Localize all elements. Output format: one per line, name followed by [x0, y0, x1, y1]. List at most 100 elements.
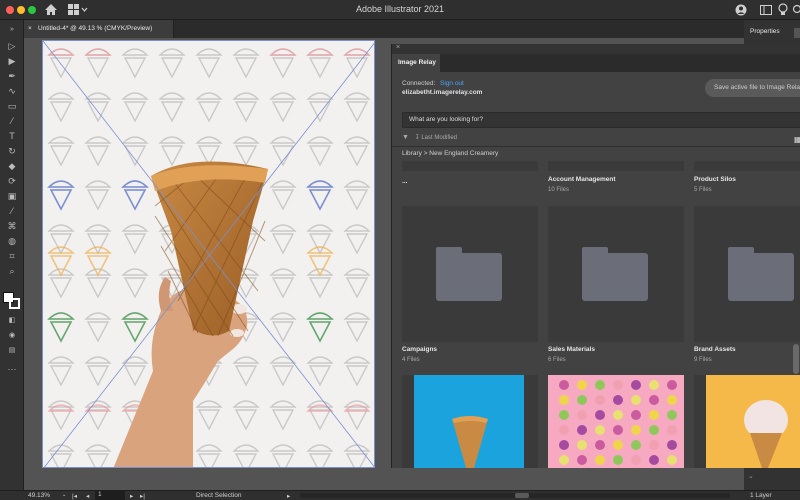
macaron-dot	[577, 410, 587, 420]
draw-mode-icon[interactable]: ◉	[4, 330, 20, 342]
macaron-dot	[559, 380, 569, 390]
artboard[interactable]	[42, 40, 375, 468]
paintbrush-tool-icon[interactable]: ⁄	[4, 115, 20, 127]
rectangle-tool-icon[interactable]: ▭	[4, 100, 20, 112]
direct-selection-tool-icon[interactable]: ▶	[4, 55, 20, 67]
document-tab-bar: × Untitled-4* @ 49.13 % (CMYK/Preview)	[24, 20, 800, 38]
item-title: ...	[402, 178, 408, 185]
lightbulb-icon[interactable]	[778, 3, 788, 17]
document-tab[interactable]: × Untitled-4* @ 49.13 % (CMYK/Preview)	[24, 20, 174, 38]
color-mode-icon[interactable]: ◧	[4, 315, 20, 327]
list-item[interactable]	[402, 161, 538, 171]
search-input[interactable]: What are you looking for?	[402, 112, 800, 128]
status-arrow-icon[interactable]: ▸	[287, 492, 290, 500]
macaron-dot	[613, 455, 623, 465]
macaron-dot	[559, 440, 569, 450]
tab-image-relay[interactable]: Image Relay	[392, 54, 440, 72]
list-item[interactable]	[694, 161, 800, 171]
macaron-dot	[631, 425, 641, 435]
macaron-dot	[595, 455, 605, 465]
macaron-dot	[649, 395, 659, 405]
macaron-dot	[577, 455, 587, 465]
asset-thumbnail-macarons[interactable]	[548, 375, 684, 468]
macaron-dot	[667, 455, 677, 465]
toolbar-collapse-icon[interactable]: »	[4, 24, 20, 36]
item-meta: 10 Files	[548, 187, 570, 193]
curvature-tool-icon[interactable]: ∿	[4, 85, 20, 97]
image-relay-panel: × Image Relay Connected: Sign out elizab…	[391, 44, 800, 468]
macaron-dot	[631, 395, 641, 405]
user-account-icon[interactable]	[735, 4, 747, 16]
tab-properties[interactable]: Properties	[750, 28, 780, 35]
macaron-dot	[667, 425, 677, 435]
zoom-dropdown-icon[interactable]: ⌄	[62, 492, 66, 498]
current-tool-label[interactable]: Direct Selection	[196, 492, 242, 499]
item-meta: 5 Files	[694, 187, 712, 193]
macaron-dot	[631, 380, 641, 390]
tab-layers[interactable]	[794, 28, 800, 38]
artboard-tool-icon[interactable]: ⌗	[4, 250, 20, 262]
thumbnail-image	[694, 375, 800, 468]
macaron-dot	[595, 395, 605, 405]
first-artboard-icon[interactable]: |◂	[72, 492, 77, 500]
pen-tool-icon[interactable]: ✒	[4, 70, 20, 82]
horizontal-scrollbar[interactable]	[300, 493, 730, 498]
shape-builder-tool-icon[interactable]: ◍	[4, 235, 20, 247]
close-panel-icon[interactable]: ×	[396, 44, 400, 51]
folder-title: Campaigns	[402, 346, 438, 353]
sort-row[interactable]: ▼ ↧ Last Modified	[402, 134, 457, 141]
macaron-dot	[649, 380, 659, 390]
stroke-color-swatch[interactable]	[9, 298, 20, 309]
next-artboard-icon[interactable]: ▸	[130, 492, 133, 500]
selection-tool-icon[interactable]: ▷	[4, 40, 20, 52]
list-item[interactable]	[548, 161, 684, 171]
macaron-dot	[595, 440, 605, 450]
search-icon[interactable]	[792, 4, 800, 16]
save-to-image-relay-button[interactable]: Save active file to Image Relay	[705, 79, 800, 97]
gradient-tool-icon[interactable]: ▣	[4, 190, 20, 202]
thumbnail-image	[548, 375, 684, 468]
eyedropper-tool-icon[interactable]: ⁄	[4, 205, 20, 217]
rotate-tool-icon[interactable]: ↻	[4, 145, 20, 157]
breadcrumb[interactable]: Library > New England Creamery	[402, 150, 498, 157]
connected-label: Connected:	[402, 80, 436, 87]
properties-tab-group: Properties	[744, 20, 800, 44]
macaron-dot	[649, 440, 659, 450]
panel-toggle-icon[interactable]	[760, 4, 772, 16]
artboard-number-field[interactable]: 1	[95, 491, 125, 500]
prev-artboard-icon[interactable]: ◂	[86, 492, 89, 500]
zoom-tool-icon[interactable]: ⌕	[4, 265, 20, 277]
filter-icon[interactable]: ▼	[402, 134, 409, 141]
folder-tile-brand-assets[interactable]	[694, 206, 800, 342]
macaron-dot	[577, 395, 587, 405]
panel-scrollbar[interactable]	[793, 344, 799, 374]
more-tools-icon[interactable]: ···	[4, 363, 20, 375]
macaron-dot	[613, 410, 623, 420]
macaron-dot	[613, 425, 623, 435]
screen-mode-icon[interactable]: ▤	[4, 345, 20, 357]
app-title: Adobe Illustrator 2021	[355, 4, 445, 14]
macaron-dot	[559, 425, 569, 435]
asset-thumbnail-blue-cone[interactable]	[402, 375, 538, 468]
collapse-icon[interactable]: ⌄	[748, 472, 754, 480]
sign-out-link[interactable]: Sign out	[440, 80, 464, 87]
warp-tool-icon[interactable]: ⟳	[4, 175, 20, 187]
eraser-tool-icon[interactable]: ◆	[4, 160, 20, 172]
folder-meta: 4 Files	[402, 357, 420, 363]
macaron-dot	[577, 380, 587, 390]
last-artboard-icon[interactable]: ▸|	[140, 492, 145, 500]
scroll-thumb[interactable]	[515, 493, 529, 498]
asset-thumbnail-ice-cream[interactable]	[694, 375, 800, 468]
macaron-dot	[577, 425, 587, 435]
folder-title: Sales Materials	[548, 346, 595, 353]
blend-tool-icon[interactable]: ⌘	[4, 220, 20, 232]
macaron-dot	[649, 455, 659, 465]
folder-meta: 9 Files	[694, 357, 712, 363]
folder-tile-campaigns[interactable]	[402, 206, 538, 342]
title-bar: Adobe Illustrator 2021	[0, 0, 800, 20]
folder-tile-sales-materials[interactable]	[548, 206, 684, 342]
zoom-level[interactable]: 49.13%	[28, 492, 50, 499]
grid-view-icon[interactable]: ▦	[794, 135, 800, 144]
close-tab-icon[interactable]: ×	[28, 20, 32, 38]
type-tool-icon[interactable]: T	[4, 130, 20, 142]
